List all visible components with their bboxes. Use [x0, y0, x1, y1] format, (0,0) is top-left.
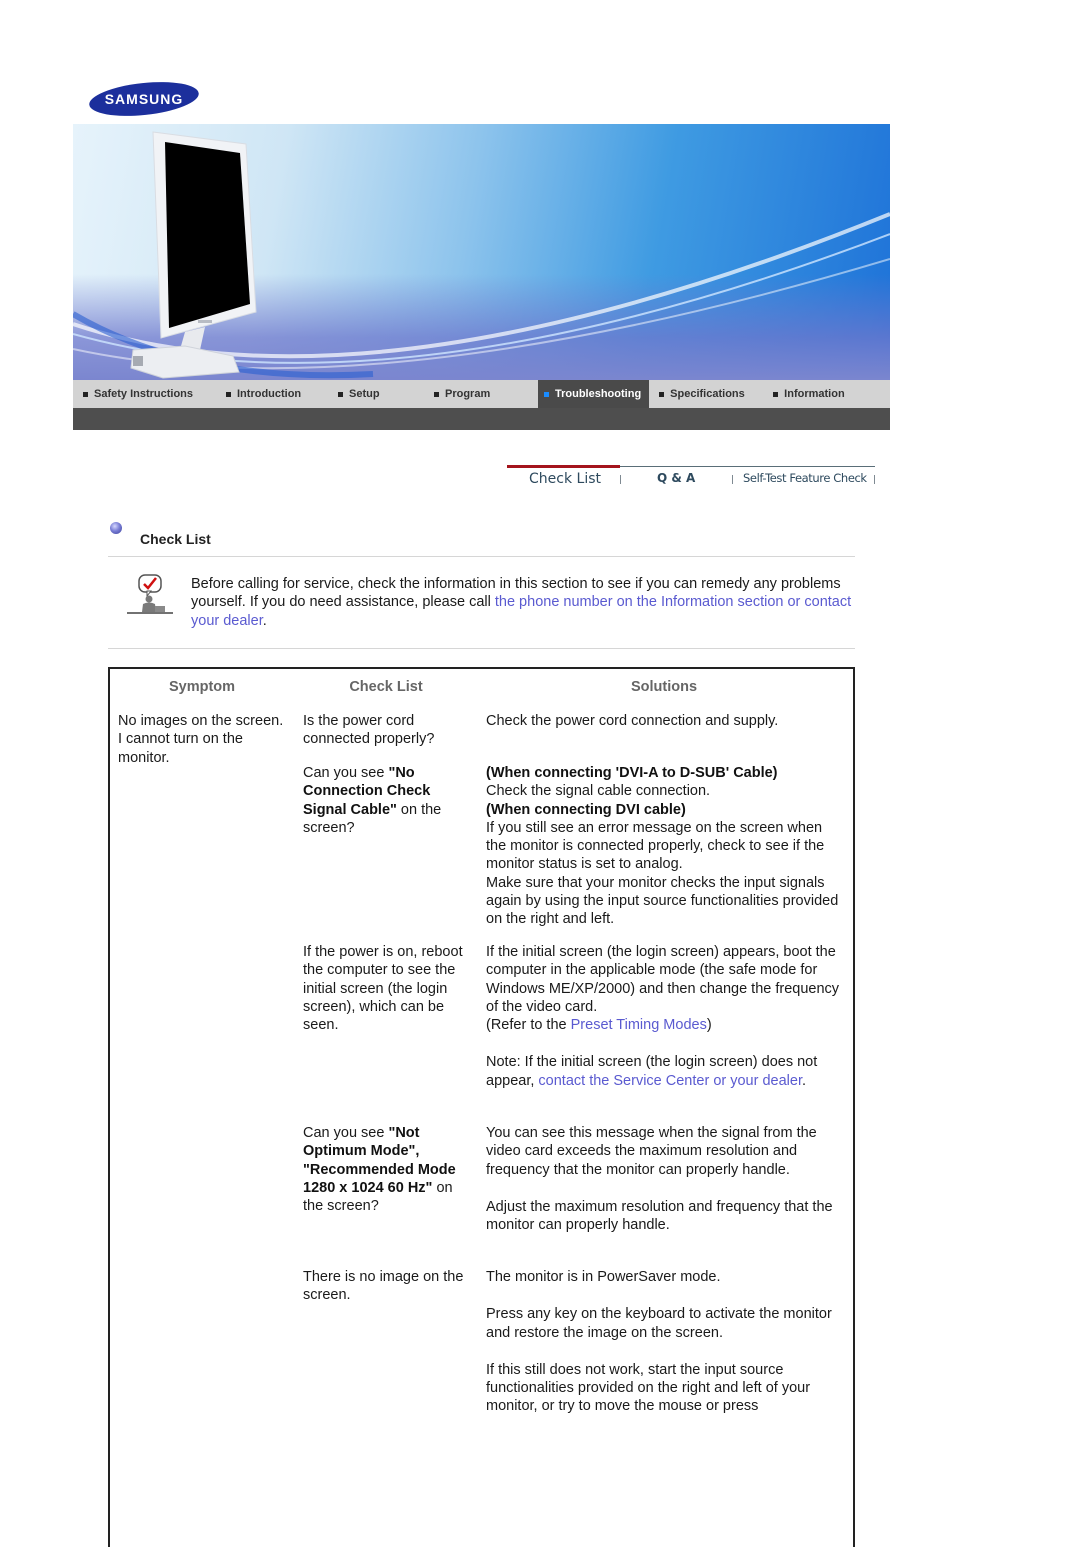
header-symptom: Symptom	[168, 679, 236, 695]
check-cell: Can you see "Not Optimum Mode", "Recomme…	[303, 1124, 475, 1215]
solution-heading: (When connecting DVI cable)	[486, 801, 686, 818]
samsung-logo: SAMSUNG	[88, 80, 200, 118]
nav-information[interactable]: Information	[773, 380, 845, 408]
tab-self-test-feature-check[interactable]: Self-Test Feature Check	[743, 471, 867, 485]
tab-divider-line	[620, 466, 875, 467]
nav-troubleshooting[interactable]: Troubleshooting	[538, 380, 650, 408]
solution-text: If the initial screen (the login screen)…	[486, 944, 840, 1015]
bullet-square-icon	[659, 391, 665, 397]
monitor-illustration	[73, 131, 890, 379]
check-text: Can you see	[303, 1125, 389, 1141]
solution-cell: (When connecting 'DVI-A to D-SUB' Cable)…	[486, 764, 846, 929]
nav-program[interactable]: Program	[434, 380, 538, 408]
solution-cell: If the initial screen (the login screen)…	[486, 943, 846, 1090]
solution-text: If you still see an error message on the…	[486, 819, 825, 873]
main-nav: Safety Instructions Introduction Setup P…	[73, 380, 890, 408]
solution-text: Press any key on the keyboard to activat…	[486, 1306, 832, 1341]
check-text: Can you see	[303, 765, 389, 781]
tab-check-list[interactable]: Check List	[529, 471, 601, 487]
nav-label: Specifications	[670, 388, 745, 400]
checklist-person-icon	[127, 574, 175, 614]
nav-underbar	[73, 408, 890, 430]
solution-text: You can see this message when the signal…	[486, 1125, 817, 1178]
tab-separator	[620, 475, 621, 484]
nav-specifications[interactable]: Specifications	[659, 380, 773, 408]
check-cell: Is the power cord connected properly?	[303, 713, 435, 748]
sub-tabs: Check List Q & A Self-Test Feature Check	[507, 471, 877, 491]
tab-separator	[874, 475, 875, 484]
bullet-square-icon	[434, 391, 439, 397]
section-title: Check List	[140, 531, 211, 547]
logo-text: SAMSUNG	[105, 91, 184, 107]
header-check-list: Check List	[349, 679, 423, 695]
tab-q-and-a[interactable]: Q & A	[657, 471, 695, 485]
nav-label: Program	[445, 388, 491, 400]
tab-separator	[732, 475, 733, 484]
solution-heading: (When connecting 'DVI-A to D-SUB' Cable)	[486, 765, 778, 781]
bullet-square-icon	[338, 391, 343, 397]
bullet-square-icon	[83, 391, 88, 397]
solution-cell: The monitor is in PowerSaver mode. Press…	[486, 1268, 846, 1416]
check-cell: Can you see "No Connection Check Signal …	[303, 764, 475, 837]
service-center-link[interactable]: contact the Service Center or your deale…	[538, 1073, 802, 1089]
preset-timing-modes-link[interactable]: Preset Timing Modes	[571, 1017, 707, 1033]
bullet-square-icon	[544, 391, 549, 397]
hero-banner	[73, 124, 890, 380]
solution-text: If this still does not work, start the i…	[486, 1361, 811, 1415]
nav-label: Safety Instructions	[94, 388, 194, 400]
bullet-orb-icon	[110, 522, 122, 534]
nav-introduction[interactable]: Introduction	[226, 380, 338, 408]
divider	[108, 648, 855, 649]
nav-label: Information	[784, 388, 845, 400]
bullet-square-icon	[226, 391, 231, 397]
nav-label: Setup	[349, 388, 380, 400]
solution-text: The monitor is in PowerSaver mode.	[486, 1269, 721, 1285]
active-tab-indicator	[507, 465, 620, 468]
solution-text: (Refer to the	[486, 1017, 571, 1034]
solution-text: )	[706, 1017, 712, 1034]
nav-safety-instructions[interactable]: Safety Instructions	[83, 380, 226, 408]
solution-text: .	[801, 1072, 807, 1089]
solution-cell: You can see this message when the signal…	[486, 1124, 846, 1234]
nav-label: Troubleshooting	[555, 388, 642, 400]
divider	[108, 556, 855, 557]
check-cell: There is no image on the screen.	[303, 1269, 464, 1304]
nav-label: Introduction	[237, 388, 302, 400]
header-solutions: Solutions	[630, 679, 698, 695]
bullet-square-icon	[773, 391, 779, 397]
solution-text: Check the signal cable connection.	[486, 783, 711, 800]
nav-setup[interactable]: Setup	[338, 380, 434, 408]
check-cell: If the power is on, reboot the computer …	[303, 944, 463, 1034]
solution-text: Make sure that your monitor checks the i…	[486, 874, 839, 928]
solution-text: Adjust the maximum resolution and freque…	[486, 1198, 833, 1234]
intro-text-end: .	[262, 612, 267, 629]
intro-paragraph: Before calling for service, check the in…	[191, 575, 861, 630]
symptom-cell: No images on the screen. I cannot turn o…	[118, 713, 284, 766]
solution-cell: Check the power cord connection and supp…	[486, 713, 779, 729]
